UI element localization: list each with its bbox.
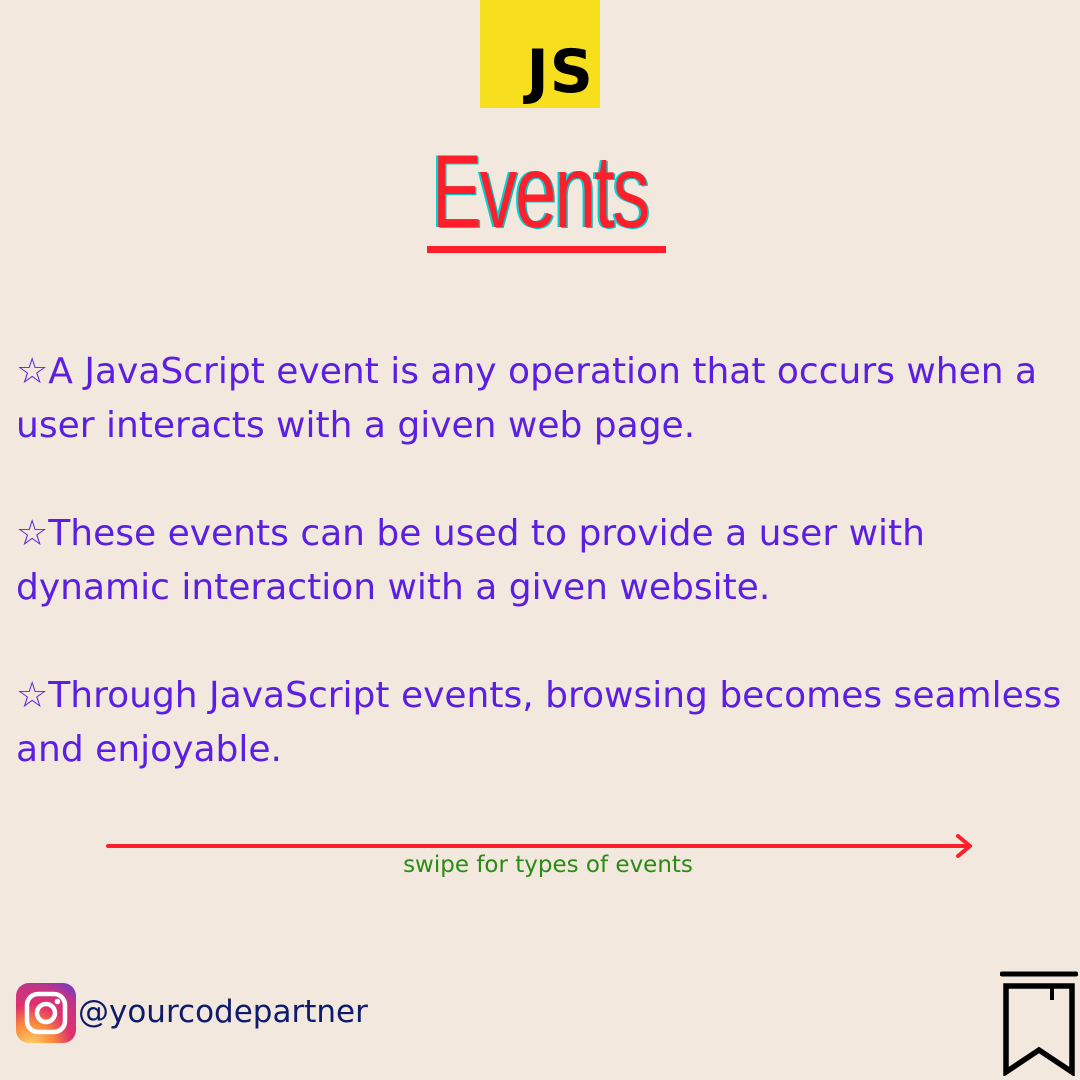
title-container: Events <box>0 140 1080 244</box>
star-icon: ☆ <box>16 675 49 716</box>
bookmark-icon[interactable] <box>1000 970 1078 1076</box>
javascript-logo-text: JS <box>526 37 594 107</box>
instagram-icon[interactable] <box>16 983 76 1043</box>
title-underline <box>427 246 666 253</box>
points-list: ☆A JavaScript event is any operation tha… <box>16 345 1066 831</box>
point-text: A JavaScript event is any operation that… <box>16 351 1038 446</box>
list-item: ☆Through JavaScript events, browsing bec… <box>16 669 1066 777</box>
point-text: These events can be used to provide a us… <box>16 513 925 608</box>
instagram-handle[interactable]: @yourcodepartner <box>78 992 368 1032</box>
list-item: ☆These events can be used to provide a u… <box>16 507 1066 615</box>
point-text: Through JavaScript events, browsing beco… <box>16 675 1062 770</box>
list-item: ☆A JavaScript event is any operation tha… <box>16 345 1066 453</box>
page-title: Events <box>432 134 650 250</box>
javascript-logo: JS <box>480 0 600 108</box>
star-icon: ☆ <box>16 513 49 554</box>
swipe-hint: swipe for types of events <box>403 852 693 878</box>
star-icon: ☆ <box>16 351 49 392</box>
